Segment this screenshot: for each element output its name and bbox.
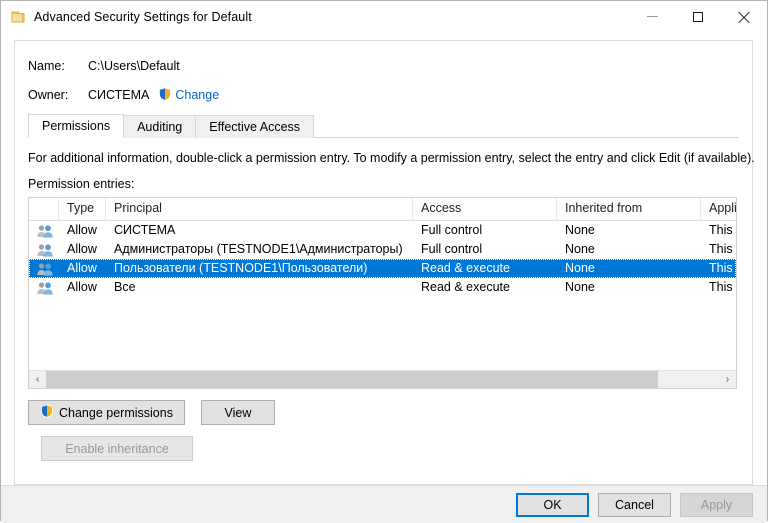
- identity-section: Name: C:\Users\Default Owner: СИСТЕМА Ch…: [15, 41, 752, 105]
- column-header-access[interactable]: Access: [413, 198, 557, 220]
- cell-applies-to: This folder: [709, 242, 736, 256]
- list-header: Type Principal Access Inherited from App…: [29, 198, 736, 221]
- table-row[interactable]: Allow Пользователи (TESTNODE1\Пользовате…: [29, 259, 736, 278]
- cell-access: Read & execute: [421, 261, 510, 275]
- column-header-type[interactable]: Type: [59, 198, 106, 220]
- cell-applies-to: This folder: [709, 280, 736, 294]
- tab-permissions[interactable]: Permissions: [28, 114, 125, 138]
- name-label: Name:: [28, 59, 65, 73]
- maximize-icon: [693, 11, 703, 22]
- users-icon: [29, 278, 59, 297]
- horizontal-scrollbar[interactable]: ‹ ›: [29, 370, 736, 388]
- cancel-label: Cancel: [615, 497, 654, 512]
- cell-principal: Администраторы (TESTNODE1\Администраторы…: [114, 242, 403, 256]
- owner-label: Owner:: [28, 88, 69, 102]
- cell-type: Allow: [67, 261, 97, 275]
- tab-auditing[interactable]: Auditing: [123, 115, 197, 138]
- scrollbar-thumb[interactable]: [46, 371, 659, 388]
- cancel-button[interactable]: Cancel: [598, 492, 671, 517]
- cell-inherited-from: None: [565, 223, 595, 237]
- cell-access: Read & execute: [421, 280, 510, 294]
- cell-type: Allow: [67, 223, 97, 237]
- cell-type: Allow: [67, 242, 97, 256]
- cell-inherited-from: None: [565, 242, 595, 256]
- scrollbar-track[interactable]: [46, 371, 719, 388]
- title-bar: Advanced Security Settings for Default: [1, 1, 767, 32]
- uac-shield-icon: [158, 86, 172, 104]
- tab-strip: Permissions Auditing Effective Access: [28, 114, 752, 138]
- users-icon: [29, 259, 59, 278]
- change-owner-link[interactable]: Change: [175, 88, 219, 102]
- column-header-icon: [29, 198, 59, 220]
- table-row[interactable]: Allow Администраторы (TESTNODE1\Админист…: [29, 240, 736, 259]
- apply-button[interactable]: Apply: [680, 492, 753, 517]
- owner-value: СИСТЕМА: [88, 88, 150, 102]
- cell-inherited-from: None: [565, 261, 595, 275]
- cell-access: Full control: [421, 223, 483, 237]
- users-icon: [29, 221, 59, 240]
- window-title: Advanced Security Settings for Default: [34, 9, 252, 24]
- name-row: Name: C:\Users\Default: [28, 56, 752, 76]
- ok-button[interactable]: OK: [516, 492, 589, 517]
- cell-principal: Все: [114, 280, 136, 294]
- maximize-button[interactable]: [675, 1, 721, 32]
- enable-inheritance-label: Enable inheritance: [65, 441, 169, 456]
- instruction-text: For additional information, double-click…: [28, 151, 755, 165]
- change-permissions-label: Change permissions: [59, 405, 173, 420]
- action-button-row: Change permissions View: [28, 400, 752, 425]
- dialog-footer: OK Cancel Apply: [1, 485, 767, 523]
- users-icon: [29, 240, 59, 259]
- change-permissions-button[interactable]: Change permissions: [28, 400, 185, 425]
- close-icon: [738, 10, 751, 23]
- advanced-security-settings-window: Advanced Security Settings for Default N…: [0, 0, 768, 523]
- caption-buttons: [629, 1, 767, 32]
- table-row[interactable]: Allow СИСТЕМА Full control None This fol…: [29, 221, 736, 240]
- cell-applies-to: This folder: [709, 261, 736, 275]
- column-header-applies-to[interactable]: Applies to: [701, 198, 736, 220]
- inheritance-button-row: Enable inheritance: [41, 436, 752, 461]
- settings-panel: Name: C:\Users\Default Owner: СИСТЕМА Ch…: [14, 40, 755, 485]
- client-area: Name: C:\Users\Default Owner: СИСТЕМА Ch…: [1, 32, 767, 485]
- cell-access: Full control: [421, 242, 483, 256]
- permission-entries-list[interactable]: Type Principal Access Inherited from App…: [28, 197, 737, 389]
- view-label: View: [224, 405, 252, 420]
- uac-shield-icon: [40, 404, 54, 421]
- owner-row: Owner: СИСТЕМА Change: [28, 85, 752, 105]
- scroll-right-icon[interactable]: ›: [719, 371, 736, 388]
- close-button[interactable]: [721, 1, 767, 32]
- cell-type: Allow: [67, 280, 97, 294]
- column-header-principal[interactable]: Principal: [106, 198, 413, 220]
- view-button[interactable]: View: [200, 400, 275, 425]
- ok-label: OK: [543, 497, 562, 512]
- cell-applies-to: This folder: [709, 223, 736, 237]
- enable-inheritance-button[interactable]: Enable inheritance: [41, 436, 193, 461]
- scroll-left-icon[interactable]: ‹: [29, 371, 46, 388]
- folder-icon: [10, 9, 26, 25]
- cell-principal: СИСТЕМА: [114, 223, 176, 237]
- cell-principal: Пользователи (TESTNODE1\Пользователи): [114, 261, 368, 275]
- permission-entries-label: Permission entries:: [28, 177, 135, 191]
- minimize-button[interactable]: [629, 1, 675, 32]
- column-header-inherited-from[interactable]: Inherited from: [557, 198, 701, 220]
- list-rows: Allow СИСТЕМА Full control None This fol…: [29, 221, 736, 370]
- tab-effective-access[interactable]: Effective Access: [195, 115, 315, 138]
- name-value: C:\Users\Default: [88, 59, 180, 73]
- minimize-icon: [646, 16, 658, 17]
- cell-inherited-from: None: [565, 280, 595, 294]
- table-row[interactable]: Allow Все Read & execute None This folde…: [29, 278, 736, 297]
- apply-label: Apply: [700, 497, 733, 512]
